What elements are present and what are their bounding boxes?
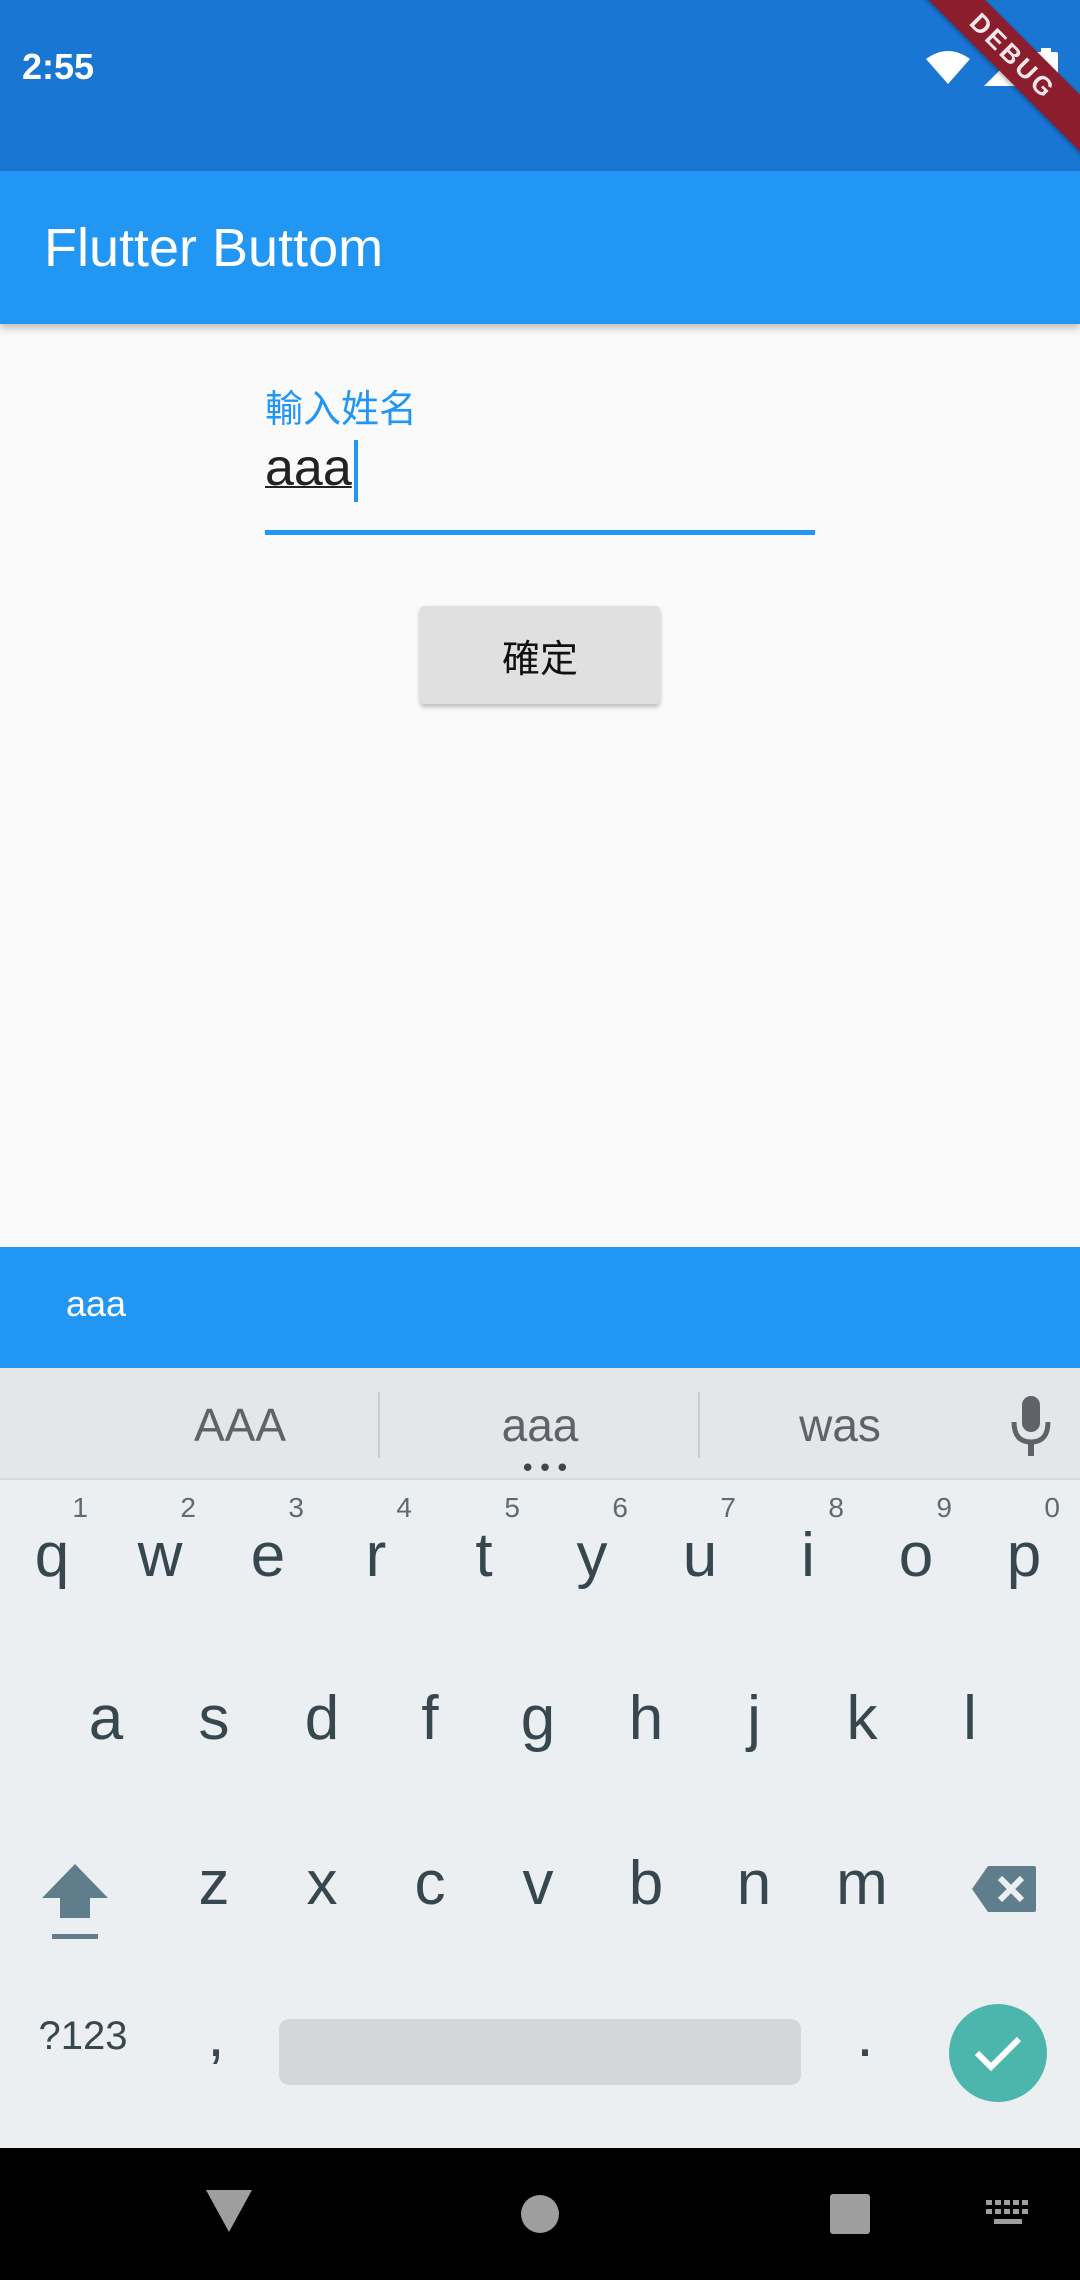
key-label: l: [963, 1684, 977, 1753]
key-label: i: [801, 1521, 815, 1590]
status-bar: 2:55 DEBUG: [0, 0, 1080, 171]
key-label: s: [198, 1684, 230, 1753]
key-j[interactable]: j: [704, 1643, 804, 1773]
key-label: x: [306, 1849, 338, 1918]
name-field[interactable]: 輸入姓名 aaa: [265, 372, 815, 537]
more-suggestions-dots: •••: [520, 1454, 573, 1484]
period-key[interactable]: .: [815, 1980, 915, 2110]
key-b[interactable]: b: [596, 1808, 696, 1938]
suggestion-1[interactable]: AAA: [140, 1398, 340, 1452]
key-g[interactable]: g: [488, 1643, 588, 1773]
key-label: t: [475, 1521, 493, 1590]
key-r[interactable]: 4r: [326, 1480, 426, 1610]
suggestion-divider: [378, 1392, 380, 1458]
key-label: n: [736, 1849, 772, 1918]
key-l[interactable]: l: [920, 1643, 1020, 1773]
key-label: m: [836, 1849, 888, 1918]
key-label: o: [898, 1521, 934, 1590]
key-e[interactable]: 3e: [218, 1480, 318, 1610]
key-label: q: [34, 1521, 70, 1590]
home-icon[interactable]: [520, 2194, 560, 2234]
name-input[interactable]: aaa: [265, 438, 358, 503]
recents-icon[interactable]: [830, 2194, 870, 2234]
key-label: v: [522, 1849, 554, 1918]
key-label: k: [846, 1684, 878, 1753]
key-a[interactable]: a: [56, 1643, 156, 1773]
suggestion-strip: AAA aaa ••• was: [0, 1368, 1080, 1484]
check-icon: [974, 2036, 1022, 2072]
key-x[interactable]: x: [272, 1808, 372, 1938]
key-label: j: [747, 1684, 761, 1753]
key-label: e: [250, 1521, 286, 1590]
shift-icon[interactable]: [40, 1862, 110, 1942]
key-label: a: [88, 1684, 124, 1753]
enter-key[interactable]: [949, 2004, 1047, 2102]
period-key-label: .: [856, 2001, 874, 2070]
app-bar: Flutter Buttom: [0, 171, 1080, 324]
key-u[interactable]: 7u: [650, 1480, 750, 1610]
key-p[interactable]: 0p: [974, 1480, 1074, 1610]
space-key[interactable]: [279, 2019, 801, 2085]
key-label: c: [414, 1849, 446, 1918]
key-w[interactable]: 2w: [110, 1480, 210, 1610]
key-q[interactable]: 1q: [2, 1480, 102, 1610]
key-label: y: [576, 1521, 608, 1590]
symbols-key[interactable]: ?123: [28, 1980, 138, 2110]
key-n[interactable]: n: [704, 1808, 804, 1938]
key-label: h: [628, 1684, 664, 1753]
app-title: Flutter Buttom: [44, 218, 384, 278]
key-k[interactable]: k: [812, 1643, 912, 1773]
key-s[interactable]: s: [164, 1643, 264, 1773]
key-o[interactable]: 9o: [866, 1480, 966, 1610]
text-caret: [353, 440, 358, 503]
backspace-icon[interactable]: [970, 1864, 1038, 1914]
key-label: f: [421, 1684, 439, 1753]
keyboard-switch-icon[interactable]: [986, 2200, 1030, 2226]
key-label: p: [1006, 1521, 1042, 1590]
key-label: u: [682, 1521, 718, 1590]
key-label: r: [365, 1521, 387, 1590]
bottom-bar-text: aaa: [66, 1283, 127, 1324]
key-t[interactable]: 5t: [434, 1480, 534, 1610]
suggestion-2[interactable]: aaa: [440, 1398, 640, 1452]
status-time: 2:55: [22, 46, 95, 87]
key-d[interactable]: d: [272, 1643, 372, 1773]
key-label: z: [198, 1849, 230, 1918]
wifi-icon: [926, 51, 970, 84]
soft-keyboard: AAA aaa ••• was 1q2w3e4r5t6y7u8i9o0p a s d…: [0, 1368, 1080, 2148]
key-z[interactable]: z: [164, 1808, 264, 1938]
key-m[interactable]: m: [812, 1808, 912, 1938]
suggestion-divider: [698, 1392, 700, 1458]
key-label: b: [628, 1849, 664, 1918]
comma-key-label: ,: [207, 2001, 225, 2070]
name-field-label: 輸入姓名: [265, 387, 418, 431]
navigation-bar: [0, 2148, 1080, 2280]
key-label: w: [137, 1521, 183, 1590]
key-y[interactable]: 6y: [542, 1480, 642, 1610]
mic-icon[interactable]: [1006, 1394, 1056, 1458]
bottom-bar: aaa: [0, 1247, 1080, 1368]
back-icon[interactable]: [206, 2190, 252, 2232]
key-v[interactable]: v: [488, 1808, 588, 1938]
key-c[interactable]: c: [380, 1808, 480, 1938]
key-h[interactable]: h: [596, 1643, 696, 1773]
key-i[interactable]: 8i: [758, 1480, 858, 1610]
name-field-underline: [265, 530, 815, 535]
key-label: d: [304, 1684, 340, 1753]
suggestion-3[interactable]: was: [740, 1398, 940, 1452]
comma-key[interactable]: ,: [166, 1980, 266, 2110]
key-label: g: [520, 1684, 556, 1753]
name-input-value: aaa: [265, 439, 352, 497]
key-f[interactable]: f: [380, 1643, 480, 1773]
symbols-key-label: ?123: [38, 2014, 128, 2058]
confirm-button[interactable]: 確定: [420, 606, 660, 704]
